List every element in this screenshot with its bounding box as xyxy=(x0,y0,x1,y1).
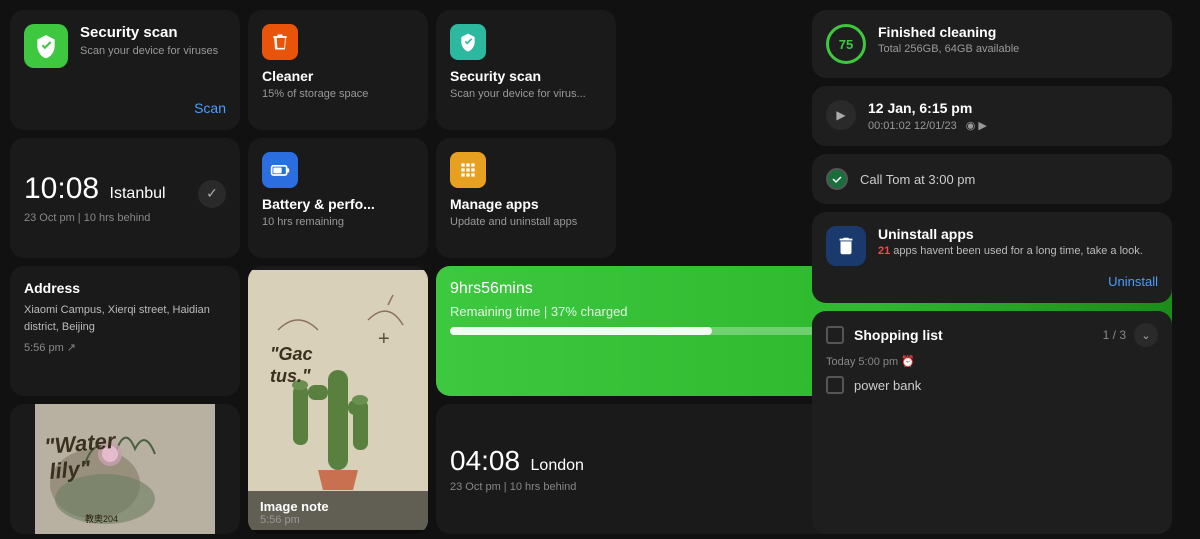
istanbul-clock-card: 10:08 Istanbul ✓ 23 Oct pm | 10 hrs behi… xyxy=(10,138,240,258)
recording-subtitle: 00:01:02 12/01/23 ◉ ▶ xyxy=(868,119,1158,132)
shopping-item-text: power bank xyxy=(854,378,921,393)
battery-icon xyxy=(262,152,298,188)
finished-cleaning-card: 75 Finished cleaning Total 256GB, 64GB a… xyxy=(812,10,1172,78)
battery-hours: 9 xyxy=(450,280,459,298)
security-title: Security scan xyxy=(80,24,226,41)
battery-title: Battery & perfo... xyxy=(262,196,414,212)
scan-button[interactable]: Scan xyxy=(194,100,226,116)
manage-icon xyxy=(450,152,486,188)
uninstall-desc: apps havent been used for a long time, t… xyxy=(890,245,1143,257)
clock-city: Istanbul xyxy=(110,185,166,202)
recording-title: 12 Jan, 6:15 pm xyxy=(868,100,1158,116)
security-small-card[interactable]: Security scan Scan your device for virus… xyxy=(436,10,616,130)
call-check[interactable] xyxy=(826,168,848,190)
clock-detail: 23 Oct pm | 10 hrs behind xyxy=(24,212,226,224)
security-small-title: Security scan xyxy=(450,68,602,84)
battery-bar-fill xyxy=(450,327,712,335)
battery-perf-card[interactable]: Battery & perfo... 10 hrs remaining xyxy=(248,138,428,258)
cleaning-title: Finished cleaning xyxy=(878,24,1019,40)
uninstall-icon xyxy=(826,226,866,266)
cleaner-title: Cleaner xyxy=(262,68,414,84)
shopping-title: Shopping list xyxy=(854,327,943,343)
security-subtitle: Scan your device for viruses xyxy=(80,45,226,57)
shopping-time: Today 5:00 pm ⏰ xyxy=(826,355,1158,368)
manage-apps-card[interactable]: Manage apps Update and uninstall apps xyxy=(436,138,616,258)
shopping-count: 1 / 3 xyxy=(1103,328,1126,342)
manage-title: Manage apps xyxy=(450,196,602,212)
address-card: Address Xiaomi Campus, Xierqi street, Ha… xyxy=(10,266,240,396)
manage-subtitle: Update and uninstall apps xyxy=(450,216,602,228)
shopping-checkbox[interactable] xyxy=(826,326,844,344)
play-button[interactable]: ▶ xyxy=(826,100,856,130)
cleaning-badge: 75 xyxy=(826,24,866,64)
battery-hours-unit: hrs xyxy=(459,280,481,298)
battery-mins: 56 xyxy=(481,280,499,298)
uninstall-card: Uninstall apps 21 apps havent been used … xyxy=(812,212,1172,303)
security-small-subtitle: Scan your device for virus... xyxy=(450,88,602,100)
call-tom-card: Call Tom at 3:00 pm xyxy=(812,154,1172,204)
shopping-item: power bank xyxy=(826,376,1158,394)
image-note-title: Image note xyxy=(260,499,416,514)
image-note-time: 5:56 pm xyxy=(260,514,416,526)
cleaner-card[interactable]: Cleaner 15% of storage space xyxy=(248,10,428,130)
london-time: 04:08 xyxy=(450,445,520,476)
svg-text:tus.": tus." xyxy=(270,366,311,386)
uninstall-count: 21 xyxy=(878,245,890,257)
svg-text:"Gac: "Gac xyxy=(270,344,313,364)
shopping-item-checkbox[interactable] xyxy=(826,376,844,394)
call-tom-text: Call Tom at 3:00 pm xyxy=(860,172,975,187)
waterlily-image: "Water lily" 教奥204 xyxy=(10,404,240,534)
waterlily-card: "Water lily" 教奥204 xyxy=(10,404,240,534)
right-panel: 75 Finished cleaning Total 256GB, 64GB a… xyxy=(812,10,1172,534)
address-lines: Xiaomi Campus, Xierqi street, Haidian di… xyxy=(24,302,226,335)
svg-text:lily": lily" xyxy=(48,455,92,484)
svg-text:教奥204: 教奥204 xyxy=(85,513,118,524)
check-icon[interactable]: ✓ xyxy=(198,180,226,208)
shopping-expand-button[interactable]: ⌄ xyxy=(1134,323,1158,347)
cleaner-icon xyxy=(262,24,298,60)
cleaning-subtitle: Total 256GB, 64GB available xyxy=(878,43,1019,55)
address-time: 5:56 pm ↗ xyxy=(24,341,226,354)
uninstall-title: Uninstall apps xyxy=(878,226,1143,242)
battery-subtitle: 10 hrs remaining xyxy=(262,216,414,228)
recording-card: ▶ 12 Jan, 6:15 pm 00:01:02 12/01/23 ◉ ▶ xyxy=(812,86,1172,146)
cleaner-subtitle: 15% of storage space xyxy=(262,88,414,100)
shopping-card: Shopping list 1 / 3 ⌄ Today 5:00 pm ⏰ po… xyxy=(812,311,1172,534)
uninstall-button[interactable]: Uninstall xyxy=(826,274,1158,289)
battery-mins-unit: mins xyxy=(499,280,533,298)
london-city: London xyxy=(531,457,584,474)
security-small-icon xyxy=(450,24,486,60)
security-scan-main-card: Security scan Scan your device for virus… xyxy=(10,10,240,130)
clock-time: 10:08 xyxy=(24,172,99,205)
security-icon xyxy=(24,24,68,68)
address-title: Address xyxy=(24,280,226,296)
svg-text:+: + xyxy=(378,328,390,350)
image-note-card: "Gac tus." + Image note 5:56 pm xyxy=(248,266,428,534)
image-note-label: Image note 5:56 pm xyxy=(248,491,428,534)
